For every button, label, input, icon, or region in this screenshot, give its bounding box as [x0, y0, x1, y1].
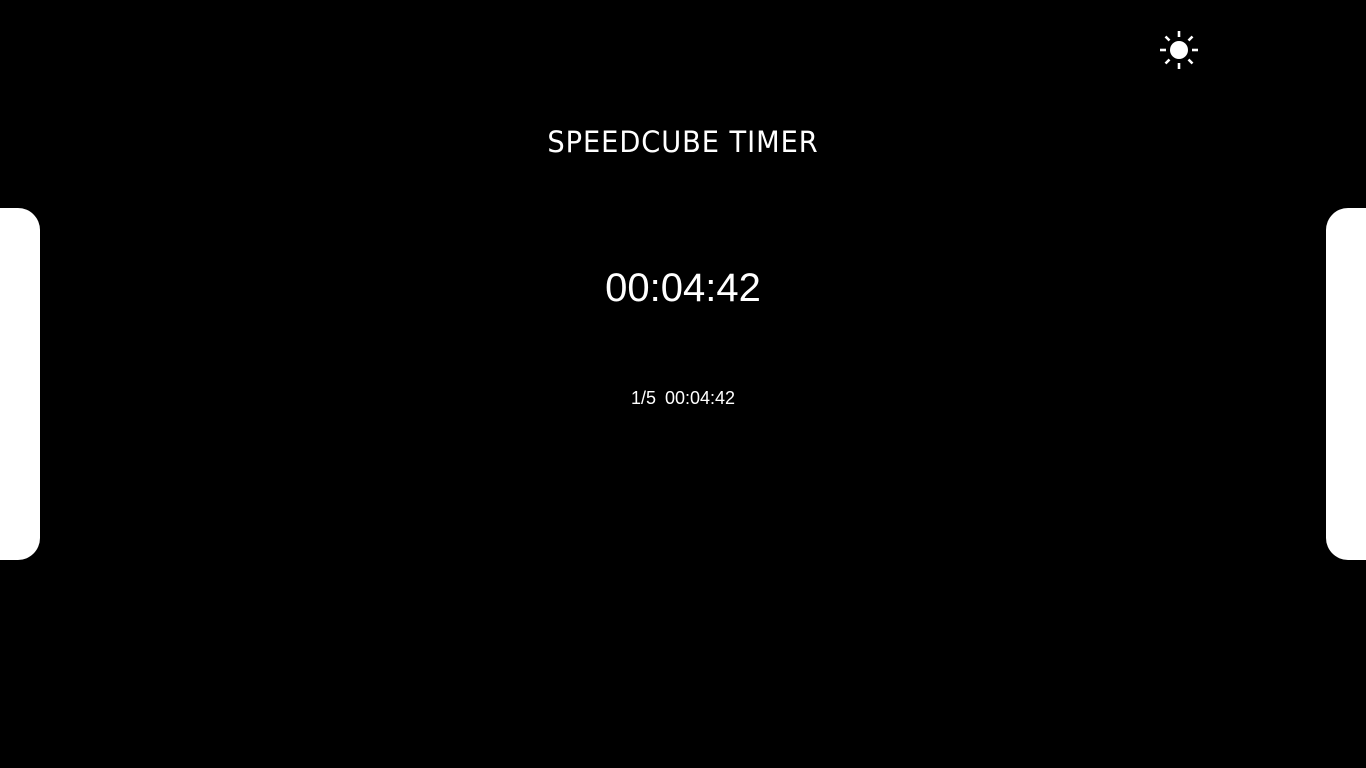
result-time: 00:04:42 — [664, 388, 736, 408]
result-entry: 1/5 00:04:42 — [0, 387, 1366, 409]
right-side-panel-tab[interactable] — [1326, 208, 1366, 560]
theme-toggle-button[interactable] — [1158, 29, 1200, 71]
timer-display: 00:04:42 — [605, 266, 761, 310]
page-title: SPEEDCUBE TIMER — [547, 125, 819, 159]
app-root: SPEEDCUBE TIMER 00:04:42 1/5 00:04:42 — [0, 0, 1366, 768]
sun-icon — [1158, 29, 1200, 71]
result-index: 1/5 — [630, 388, 656, 408]
left-side-panel-tab[interactable] — [0, 208, 40, 560]
